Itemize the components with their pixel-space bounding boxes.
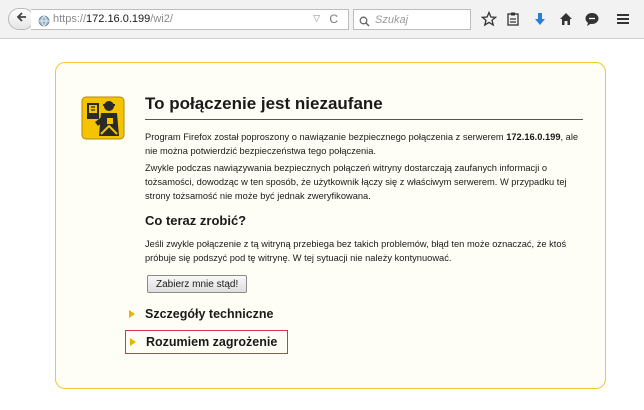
- search-bar[interactable]: [353, 9, 471, 30]
- page-content: To połączenie jest niezaufane Program Fi…: [0, 39, 644, 410]
- server-host: 172.16.0.199: [506, 132, 561, 142]
- url-bar[interactable]: https://172.16.0.199/wi2/ ▽ C: [31, 9, 349, 30]
- home-icon[interactable]: [557, 10, 575, 28]
- understand-risks-expander[interactable]: Rozumiem zagrożenie: [125, 330, 289, 354]
- download-arrow-icon[interactable]: [531, 10, 549, 28]
- globe-icon: [38, 14, 50, 32]
- what-to-do-heading: Co teraz zrobić?: [145, 213, 247, 228]
- understand-risks-label: Rozumiem zagrożenie: [146, 335, 278, 349]
- chat-bubble-icon[interactable]: [583, 10, 601, 28]
- advice-text: Jeśli zwykle połączenie z tą witryną prz…: [145, 239, 567, 263]
- navigation-toolbar: https://172.16.0.199/wi2/ ▽ C: [0, 0, 644, 39]
- technical-details-expander[interactable]: Szczegóły techniczne: [129, 307, 274, 321]
- search-input[interactable]: [375, 12, 465, 27]
- url-text[interactable]: https://172.16.0.199/wi2/: [53, 13, 173, 25]
- get-me-out-button[interactable]: Zabierz mnie stąd!: [147, 275, 248, 293]
- certificate-officer-icon: [81, 96, 125, 140]
- browser-window: https://172.16.0.199/wi2/ ▽ C Szukaj To …: [0, 0, 644, 410]
- error-panel: To połączenie jest niezaufane Program Fi…: [55, 62, 606, 389]
- star-icon[interactable]: [480, 10, 498, 28]
- clipboard-icon[interactable]: [504, 10, 522, 28]
- hamburger-menu-icon[interactable]: [614, 10, 632, 28]
- back-arrow-icon: [15, 10, 27, 28]
- expand-triangle-icon: [129, 310, 135, 318]
- error-description: Program Firefox został poproszony o nawi…: [145, 130, 590, 158]
- search-icon: [359, 14, 370, 32]
- url-dropdown-icon[interactable]: ▽: [313, 13, 320, 24]
- url-host: 172.16.0.199: [86, 13, 151, 25]
- technical-details-label: Szczegóły techniczne: [145, 307, 274, 321]
- url-prefix: https://: [53, 13, 87, 25]
- reload-icon[interactable]: C: [329, 12, 338, 26]
- description-text-start: Program Firefox został poproszony o nawi…: [145, 132, 507, 142]
- explanation-text: Zwykle podczas nawiązywania bezpiecznych…: [145, 163, 567, 201]
- expand-triangle-icon: [130, 338, 136, 346]
- error-title: To połączenie jest niezaufane: [145, 94, 583, 120]
- url-path: /wi2/: [150, 13, 173, 25]
